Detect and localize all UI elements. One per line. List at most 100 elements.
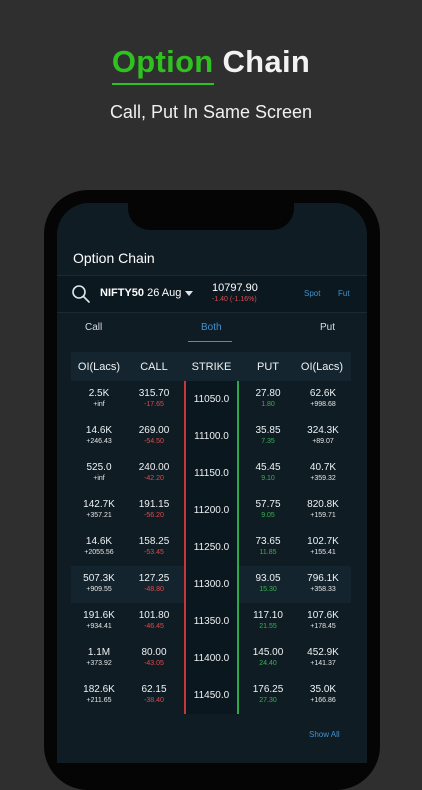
oi-call-change: +246.43 [86, 438, 112, 445]
put-price-cell[interactable]: 93.05 15.30 [243, 573, 293, 593]
put-change: 21.55 [259, 623, 277, 630]
oi-call-change: +inf [93, 475, 105, 482]
active-tab-indicator [188, 341, 232, 342]
oi-put-cell: 102.7K +155.41 [297, 536, 349, 556]
strike-cell: 11100.0 [184, 418, 239, 455]
call-price: 80.00 [141, 647, 167, 658]
strike-cell: 11200.0 [184, 492, 239, 529]
strike-price: 11350.0 [193, 616, 230, 627]
table-row[interactable]: 182.6K +211.65 62.15 -38.40 11450.0 176.… [71, 677, 351, 714]
call-change: -53.45 [144, 549, 164, 556]
call-price-cell[interactable]: 240.00 -42.20 [129, 462, 179, 482]
put-price-cell[interactable]: 57.75 9.05 [243, 499, 293, 519]
oi-call-cell: 191.6K +934.41 [71, 610, 127, 630]
oi-call-value: 142.7K [83, 499, 115, 510]
call-price: 315.70 [138, 388, 170, 399]
oi-put-value: 324.3K [307, 425, 339, 436]
oi-call-value: 191.6K [83, 610, 115, 621]
column-header-oi-put: OI(Lacs) [300, 361, 344, 373]
call-price-cell[interactable]: 127.25 -48.80 [129, 573, 179, 593]
put-price-cell[interactable]: 35.85 7.35 [243, 425, 293, 445]
call-price-cell[interactable]: 80.00 -43.05 [129, 647, 179, 667]
oi-put-cell: 452.9K +141.37 [297, 647, 349, 667]
put-change: 9.10 [261, 475, 275, 482]
oi-put-value: 820.8K [307, 499, 339, 510]
oi-call-change: +211.65 [86, 697, 112, 704]
put-price: 27.80 [255, 388, 281, 399]
oi-put-change: +89.07 [312, 438, 334, 445]
call-price-cell[interactable]: 101.80 -46.45 [129, 610, 179, 630]
call-change: -54.50 [144, 438, 164, 445]
oi-call-change: +373.92 [86, 660, 112, 667]
call-price-cell[interactable]: 158.25 -53.45 [129, 536, 179, 556]
oi-call-cell: 142.7K +357.21 [71, 499, 127, 519]
call-price: 191.15 [138, 499, 170, 510]
strike-price: 11250.0 [193, 542, 230, 553]
put-price: 45.45 [255, 462, 281, 473]
call-price: 158.25 [138, 536, 170, 547]
fut-toggle[interactable]: Fut [338, 289, 350, 298]
put-price: 73.65 [255, 536, 281, 547]
strike-cell: 11150.0 [184, 455, 239, 492]
strike-price: 11200.0 [193, 505, 230, 516]
put-price-cell[interactable]: 73.65 11.85 [243, 536, 293, 556]
call-change: -17.65 [144, 401, 164, 408]
oi-call-cell: 1.1M +373.92 [71, 647, 127, 667]
tab-put[interactable]: Put [320, 322, 335, 333]
oi-call-cell: 182.6K +211.65 [71, 684, 127, 704]
table-row[interactable]: 525.0 +inf 240.00 -42.20 11150.0 45.45 9… [71, 455, 351, 492]
oi-call-value: 14.6K [85, 425, 113, 436]
oi-put-value: 107.6K [307, 610, 339, 621]
oi-put-change: +358.33 [310, 586, 336, 593]
table-row[interactable]: 1.1M +373.92 80.00 -43.05 11400.0 145.00… [71, 640, 351, 677]
call-price-cell[interactable]: 191.15 -56.20 [129, 499, 179, 519]
table-row[interactable]: 2.5K +inf 315.70 -17.65 11050.0 27.80 1.… [71, 381, 351, 418]
oi-call-cell: 525.0 +inf [71, 462, 127, 482]
symbol-selector[interactable]: NIFTY50 26 Aug [100, 287, 181, 299]
call-change: -46.45 [144, 623, 164, 630]
call-change: -56.20 [144, 512, 164, 519]
oi-put-value: 35.0K [309, 684, 337, 695]
tab-call[interactable]: Call [85, 322, 102, 333]
oi-put-cell: 796.1K +358.33 [297, 573, 349, 593]
table-row[interactable]: 14.6K +2055.56 158.25 -53.45 11250.0 73.… [71, 529, 351, 566]
chevron-down-icon[interactable] [185, 291, 193, 296]
oi-put-change: +141.37 [310, 660, 336, 667]
table-row[interactable]: 191.6K +934.41 101.80 -46.45 11350.0 117… [71, 603, 351, 640]
tab-both[interactable]: Both [201, 322, 222, 333]
oi-put-cell: 324.3K +89.07 [297, 425, 349, 445]
put-price-cell[interactable]: 145.00 24.40 [243, 647, 293, 667]
call-price-cell[interactable]: 315.70 -17.65 [129, 388, 179, 408]
call-price: 62.15 [141, 684, 167, 695]
put-change: 7.35 [261, 438, 275, 445]
call-price-cell[interactable]: 269.00 -54.50 [129, 425, 179, 445]
oi-put-cell: 107.6K +178.45 [297, 610, 349, 630]
spot-toggle[interactable]: Spot [304, 289, 320, 298]
put-price-cell[interactable]: 27.80 1.80 [243, 388, 293, 408]
app-screen: Option Chain NIFTY50 26 Aug 10797.90 -1.… [57, 203, 367, 763]
oi-call-cell: 507.3K +909.55 [71, 573, 127, 593]
show-all-link[interactable]: Show All [309, 730, 340, 739]
oi-call-cell: 14.6K +246.43 [71, 425, 127, 445]
underlying-change: -1.40 (-1.16%) [212, 296, 257, 303]
oi-call-change: +909.55 [86, 586, 112, 593]
table-row[interactable]: 142.7K +357.21 191.15 -56.20 11200.0 57.… [71, 492, 351, 529]
put-price-cell[interactable]: 176.25 27.30 [243, 684, 293, 704]
put-price-cell[interactable]: 117.10 21.55 [243, 610, 293, 630]
search-icon[interactable] [71, 284, 91, 304]
call-price-cell[interactable]: 62.15 -38.40 [129, 684, 179, 704]
oi-call-change: +934.41 [86, 623, 112, 630]
put-change: 24.40 [259, 660, 277, 667]
put-price-cell[interactable]: 45.45 9.10 [243, 462, 293, 482]
strike-price: 11300.0 [193, 579, 230, 590]
table-row[interactable]: 507.3K +909.55 127.25 -48.80 11300.0 93.… [71, 566, 351, 603]
oi-call-value: 525.0 [86, 462, 112, 473]
table-row[interactable]: 14.6K +246.43 269.00 -54.50 11100.0 35.8… [71, 418, 351, 455]
strike-cell: 11300.0 [184, 566, 239, 603]
oi-put-value: 796.1K [307, 573, 339, 584]
oi-put-cell: 820.8K +159.71 [297, 499, 349, 519]
promo-subtitle: Call, Put In Same Screen [109, 102, 313, 122]
call-price: 101.80 [138, 610, 170, 621]
oi-call-change: +357.21 [86, 512, 112, 519]
strike-price: 11400.0 [193, 653, 230, 664]
